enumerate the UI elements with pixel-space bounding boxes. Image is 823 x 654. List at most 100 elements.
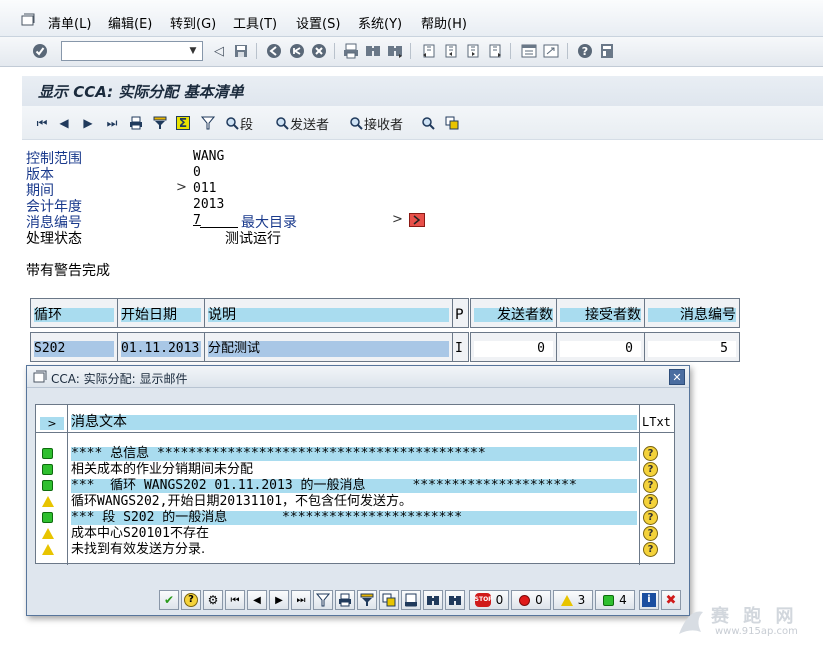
message-row[interactable]: 相关成本的作业分销期间未分配 ? [36,462,674,478]
column-header-start-date[interactable]: 开始日期 [117,298,205,328]
details-button[interactable] [444,115,460,131]
find-next-button[interactable] [445,590,465,610]
chevron-down-icon[interactable]: ▼ [186,44,200,58]
flag-icon[interactable] [409,213,425,227]
previous-page-button[interactable]: ◀ [247,590,267,610]
message-row[interactable]: **** 总信息 *******************************… [36,446,674,462]
help-icon[interactable]: ? [576,42,594,60]
table-cell-senders[interactable]: 0 [470,332,557,362]
segment-button[interactable]: 段 [224,115,253,133]
filter-button[interactable] [152,115,168,131]
column-header-receivers[interactable]: 接受者数 [556,298,645,328]
menu-tools[interactable]: 工具(T) [233,13,277,32]
table-cell-description[interactable]: 分配测试 [204,332,453,362]
back-icon[interactable] [265,42,283,60]
shortcut-icon[interactable] [542,42,560,60]
first-item-button[interactable]: ⏮ [34,115,50,131]
previous-page-icon[interactable] [442,42,460,60]
message-table-header: > 消息文本 LTxt [36,405,674,565]
message-row[interactable]: 成本中心S20101不存在 ? [36,526,674,542]
export-button[interactable] [401,590,421,610]
long-text-icon[interactable]: ? [643,462,658,477]
last-page-button[interactable]: ⏭ [291,590,311,610]
print-icon[interactable] [342,42,360,60]
print-list-button[interactable] [128,115,144,131]
next-item-button[interactable]: ▶ [80,115,96,131]
table-cell-cycle[interactable]: S202 [30,332,118,362]
column-header-cycle[interactable]: 循环 [30,298,118,328]
menu-settings[interactable]: 设置(S) [296,13,340,32]
table-cell-message-number[interactable]: 5 [644,332,740,362]
chevron-right-icon[interactable]: > [392,212,403,227]
technical-info-button[interactable]: ⚙ [203,590,223,610]
save-icon[interactable] [232,42,250,60]
long-text-header[interactable]: LTxt [642,415,671,429]
first-page-icon[interactable] [420,42,438,60]
find-next-icon[interactable] [386,42,404,60]
layout-icon[interactable] [598,42,616,60]
info-button[interactable]: i [639,590,659,610]
menu-list[interactable]: 清单(L) [48,13,91,32]
column-header-senders[interactable]: 发送者数 [470,298,557,328]
menu-edit[interactable]: 编辑(E) [108,13,152,32]
column-header-description[interactable]: 说明 [204,298,453,328]
receiver-button[interactable]: 接收者 [348,115,403,133]
menu-icon[interactable] [20,12,36,26]
long-text-icon[interactable]: ? [643,526,658,541]
details-button[interactable] [379,590,399,610]
processing-status-label: 处理状态 [26,231,82,247]
print-button[interactable] [335,590,355,610]
table-cell-receivers[interactable]: 0 [556,332,645,362]
filter-button[interactable] [313,590,333,610]
message-text: *** 段 S202 的一般消息 *********************** [71,510,463,525]
long-text-icon[interactable]: ? [643,494,658,509]
message-text-header[interactable]: 消息文本 [71,415,637,430]
find-icon[interactable] [364,42,382,60]
separator [410,43,411,59]
sender-button[interactable]: 发送者 [274,115,329,133]
message-row[interactable]: 循环WANGS202,开始日期20131101，不包含任何发送方。 ? [36,494,674,510]
message-number-value[interactable]: 7 [193,213,201,228]
close-icon[interactable]: ✕ [669,369,685,385]
menu-goto[interactable]: 转到(G) [170,13,216,32]
message-row[interactable]: *** 循环 WANGS202 01.11.2013 的一般消息 *******… [36,478,674,494]
search-button[interactable] [420,115,436,131]
command-field[interactable]: ▼ [61,41,203,61]
column-header-p[interactable]: P [452,298,469,328]
long-text-icon[interactable]: ? [643,510,658,525]
long-text-icon[interactable]: ? [643,446,658,461]
cancel-icon[interactable] [310,42,328,60]
enter-icon[interactable] [31,42,49,60]
print-icon [339,593,351,607]
long-text-icon[interactable]: ? [643,542,658,557]
chevron-right-icon[interactable]: > [176,180,187,195]
error-messages-filter[interactable]: 0 [511,590,551,610]
success-messages-filter[interactable]: 4 [595,590,635,610]
next-page-button[interactable]: ▶ [269,590,289,610]
last-page-icon[interactable] [486,42,504,60]
create-session-icon[interactable] [520,42,538,60]
table-cell-p[interactable]: I [452,332,469,362]
menu-help[interactable]: 帮助(H) [421,13,467,32]
message-row[interactable]: 未找到有效发送方分录. ? [36,542,674,558]
sum-button[interactable]: Σ [176,115,190,131]
last-item-button[interactable]: ⏭ [104,115,120,131]
previous-item-button[interactable]: ◀ [56,115,72,131]
warning-messages-filter[interactable]: 3 [553,590,593,610]
chevron-right-icon[interactable]: > [40,417,64,430]
find-button[interactable] [423,590,443,610]
menu-system[interactable]: 系统(Y) [358,13,402,32]
confirm-button[interactable]: ✔ [159,590,179,610]
long-text-icon[interactable]: ? [643,478,658,493]
first-page-button[interactable]: ⏮ [225,590,245,610]
back-arrow-icon[interactable]: ◁ [210,42,228,60]
sort-button[interactable] [357,590,377,610]
exit-icon[interactable] [288,42,306,60]
set-filter-button[interactable] [200,115,216,131]
table-cell-start-date[interactable]: 01.11.2013 [117,332,205,362]
all-messages-filter[interactable]: STOP 0 [469,590,509,610]
help-button[interactable]: ? [181,590,201,610]
message-row[interactable]: *** 段 S202 的一般消息 ***********************… [36,510,674,526]
column-header-message-number[interactable]: 消息编号 [644,298,740,328]
next-page-icon[interactable] [464,42,482,60]
